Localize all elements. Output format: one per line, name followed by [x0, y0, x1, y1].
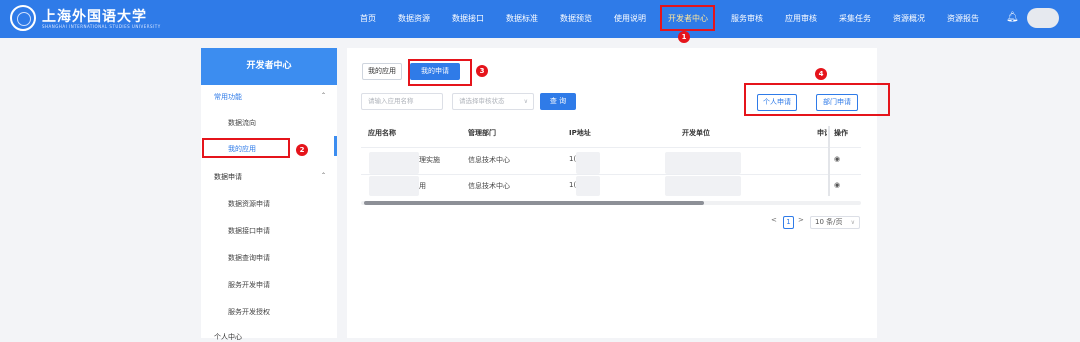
- col-ip: IP地址: [569, 129, 591, 137]
- sidebar-active-indicator: [334, 136, 337, 156]
- redacted-cell: [576, 152, 600, 174]
- annotation-badge-1: 1: [678, 31, 690, 43]
- pager-next[interactable]: >: [798, 216, 804, 224]
- nav-service-review[interactable]: 服务审核: [731, 13, 763, 24]
- row1-dept: 信息技术中心: [468, 156, 510, 164]
- sidebar: 开发者中心 常用功能 ⌃ 数据流向 我的应用 数据申请 ⌃ 数据资源申请 数据接…: [201, 48, 337, 341]
- query-button[interactable]: 查 询: [540, 93, 576, 110]
- sidebar-item-resource-apply[interactable]: 数据资源申请: [228, 199, 270, 209]
- page-size-value: 10 条/页: [815, 218, 843, 226]
- nav-resource-report[interactable]: 资源报告: [947, 13, 979, 24]
- col-developer: 开发单位: [682, 129, 710, 137]
- nav-usage-guide[interactable]: 使用说明: [614, 13, 646, 24]
- row1-app-name: 理实施: [419, 156, 440, 164]
- bell-icon[interactable]: 🔔︎: [1006, 12, 1019, 23]
- table-header-divider: [361, 147, 861, 148]
- status-select[interactable]: 请选择审核状态 ∨: [452, 93, 534, 110]
- sidebar-item-data-flow[interactable]: 数据流向: [228, 118, 256, 128]
- pager-prev[interactable]: <: [771, 216, 777, 224]
- row2-dept: 信息技术中心: [468, 182, 510, 190]
- sidebar-item-service-dev-apply[interactable]: 服务开发申请: [228, 280, 270, 290]
- brand-subtitle: SHANGHAI INTERNATIONAL STUDIES UNIVERSIT…: [42, 24, 161, 29]
- nav-home[interactable]: 首页: [360, 13, 376, 24]
- sidebar-group-data-apply[interactable]: 数据申请: [214, 172, 242, 182]
- table-row-divider: [361, 174, 861, 175]
- sidebar-group-common[interactable]: 常用功能: [214, 92, 242, 102]
- page-size-select[interactable]: 10 条/页 ∨: [810, 216, 860, 229]
- chevron-down-icon: ∨: [850, 219, 855, 226]
- nav-data-standard[interactable]: 数据标准: [506, 13, 538, 24]
- eye-icon[interactable]: ◉: [834, 155, 840, 163]
- annotation-box-nav: [660, 5, 715, 31]
- nav-data-interface[interactable]: 数据接口: [452, 13, 484, 24]
- horizontal-scrollbar-thumb[interactable]: [364, 201, 704, 205]
- sidebar-item-query-apply[interactable]: 数据查询申请: [228, 253, 270, 263]
- col-apply: 申请: [817, 129, 827, 137]
- col-dept: 管理部门: [468, 129, 496, 137]
- annotation-badge-2: 2: [296, 144, 308, 156]
- university-logo-icon[interactable]: [10, 5, 36, 31]
- chevron-up-icon[interactable]: ⌃: [321, 172, 326, 179]
- col-actions: 操作: [834, 129, 848, 137]
- avatar[interactable]: [1027, 8, 1059, 28]
- eye-icon[interactable]: ◉: [834, 181, 840, 189]
- pager-page-1[interactable]: 1: [783, 216, 794, 229]
- status-select-placeholder: 请选择审核状态: [459, 97, 505, 105]
- annotation-badge-3: 3: [476, 65, 488, 77]
- nav-data-preview[interactable]: 数据预览: [560, 13, 592, 24]
- annotation-box-tab: [408, 59, 472, 86]
- redacted-cell: [369, 176, 419, 196]
- redacted-cell: [665, 152, 741, 174]
- col-app-name: 应用名称: [368, 129, 396, 137]
- chevron-up-icon[interactable]: ⌃: [321, 92, 326, 99]
- annotation-badge-4: 4: [815, 68, 827, 80]
- nav-collection-task[interactable]: 采集任务: [839, 13, 871, 24]
- brand-title[interactable]: 上海外国语大学: [42, 6, 147, 26]
- annotation-box-sidebar: [202, 138, 290, 158]
- fixed-column-divider: [828, 126, 830, 196]
- redacted-cell: [665, 176, 741, 196]
- nav-data-resources[interactable]: 数据资源: [398, 13, 430, 24]
- nav-resource-overview[interactable]: 资源概况: [893, 13, 925, 24]
- sidebar-item-service-dev-auth[interactable]: 服务开发授权: [228, 307, 270, 317]
- sidebar-title: 开发者中心: [201, 48, 337, 85]
- tab-my-apps[interactable]: 我的应用: [362, 63, 402, 80]
- sidebar-item-interface-apply[interactable]: 数据接口申请: [228, 226, 270, 236]
- sidebar-group-personal[interactable]: 个人中心: [214, 332, 242, 342]
- annotation-box-apply-buttons: [744, 83, 890, 116]
- app-name-input[interactable]: 请输入应用名称: [361, 93, 443, 110]
- chevron-down-icon: ∨: [523, 98, 528, 105]
- row2-app-name: 用: [419, 182, 426, 190]
- redacted-cell: [576, 176, 600, 196]
- nav-app-review[interactable]: 应用审核: [785, 13, 817, 24]
- top-navbar: 上海外国语大学 SHANGHAI INTERNATIONAL STUDIES U…: [0, 0, 1080, 38]
- redacted-cell: [369, 152, 419, 174]
